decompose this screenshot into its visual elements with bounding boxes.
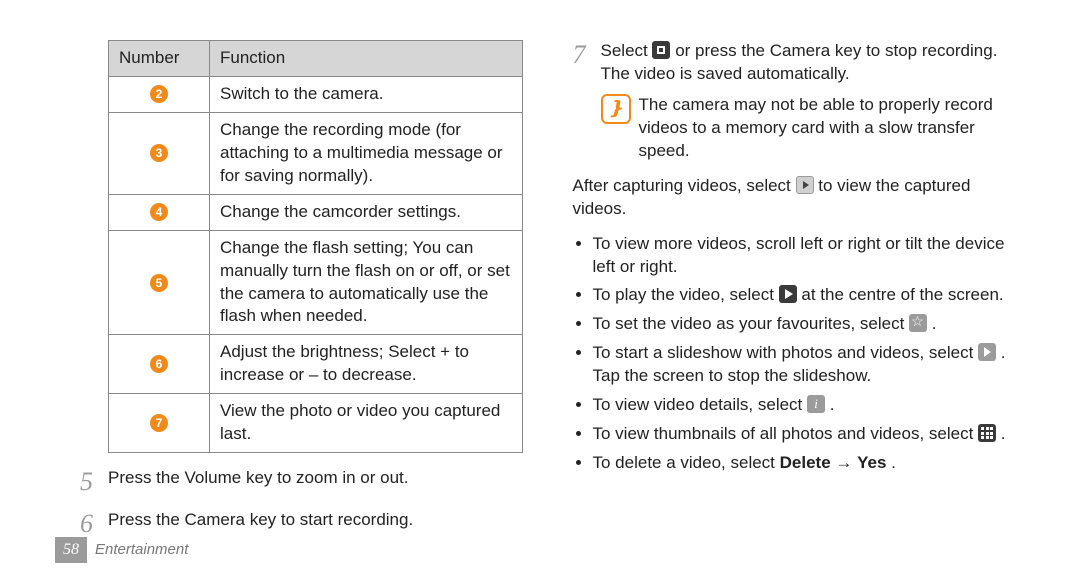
note-icon-wrapper: ❵ xyxy=(601,94,639,163)
list-item: To view thumbnails of all photos and vid… xyxy=(593,423,1026,446)
note-block: ❵ The camera may not be able to properly… xyxy=(601,94,1026,163)
note-text: The camera may not be able to properly r… xyxy=(639,94,1026,163)
row-number-cell: 4 xyxy=(109,194,210,230)
after-capture-text: After capturing videos, select to view t… xyxy=(573,175,1026,221)
text-fragment: After capturing videos, select xyxy=(573,176,796,195)
circled-number-icon: 6 xyxy=(150,355,168,373)
row-function-cell: Change the flash setting; You can manual… xyxy=(210,230,523,335)
bold-text: Delete xyxy=(780,453,831,472)
grid-icon xyxy=(978,424,996,442)
circled-number-icon: 5 xyxy=(150,274,168,292)
row-number-cell: 3 xyxy=(109,112,210,194)
stop-icon xyxy=(652,41,670,59)
page-body: Number Function 2 Switch to the camera. … xyxy=(0,0,1080,530)
play-thumbnail-icon xyxy=(796,176,814,194)
text-fragment: To view thumbnails of all photos and vid… xyxy=(593,424,979,443)
table-row: 6 Adjust the brightness; Select + to inc… xyxy=(109,335,523,394)
step-number: 6 xyxy=(80,509,108,537)
left-column: Number Function 2 Switch to the camera. … xyxy=(80,40,553,530)
text-fragment: To start a slideshow with photos and vid… xyxy=(593,343,979,362)
circled-number-icon: 3 xyxy=(150,144,168,162)
step-number: 7 xyxy=(573,40,601,86)
text-fragment: To delete a video, select xyxy=(593,453,780,472)
table-row: 4 Change the camcorder settings. xyxy=(109,194,523,230)
step-5: 5 Press the Volume key to zoom in or out… xyxy=(80,467,523,495)
text-fragment: → xyxy=(835,453,857,472)
step-number: 5 xyxy=(80,467,108,495)
star-icon xyxy=(909,314,927,332)
list-item: To delete a video, select Delete → Yes . xyxy=(593,452,1026,475)
circled-number-icon: 7 xyxy=(150,414,168,432)
list-item: To set the video as your favourites, sel… xyxy=(593,313,1026,336)
table-row: 5 Change the flash setting; You can manu… xyxy=(109,230,523,335)
text-fragment: To view video details, select xyxy=(593,395,808,414)
table-row: 2 Switch to the camera. xyxy=(109,76,523,112)
bullet-list: To view more videos, scroll left or righ… xyxy=(573,233,1026,475)
row-number-cell: 2 xyxy=(109,76,210,112)
function-table: Number Function 2 Switch to the camera. … xyxy=(108,40,523,453)
table-row: 3 Change the recording mode (for attachi… xyxy=(109,112,523,194)
play-icon xyxy=(779,285,797,303)
row-number-cell: 5 xyxy=(109,230,210,335)
row-function-cell: View the photo or video you captured las… xyxy=(210,394,523,453)
table-header-row: Number Function xyxy=(109,41,523,77)
text-fragment: . xyxy=(891,453,896,472)
row-function-cell: Change the recording mode (for attaching… xyxy=(210,112,523,194)
note-icon: ❵ xyxy=(601,94,631,124)
step-7: 7 Select or press the Camera key to stop… xyxy=(573,40,1026,86)
text-fragment: To play the video, select xyxy=(593,285,779,304)
bold-text: Yes xyxy=(857,453,886,472)
text-fragment: . xyxy=(830,395,835,414)
list-item: To view video details, select . xyxy=(593,394,1026,417)
step-6: 6 Press the Camera key to start recordin… xyxy=(80,509,523,537)
row-function-cell: Adjust the brightness; Select + to incre… xyxy=(210,335,523,394)
text-fragment: To set the video as your favourites, sel… xyxy=(593,314,910,333)
text-fragment: Select xyxy=(601,41,653,60)
list-item: To play the video, select at the centre … xyxy=(593,284,1026,307)
text-fragment: . xyxy=(1001,424,1006,443)
step-text: Select or press the Camera key to stop r… xyxy=(601,40,1026,86)
row-number-cell: 6 xyxy=(109,335,210,394)
th-function: Function xyxy=(210,41,523,77)
row-number-cell: 7 xyxy=(109,394,210,453)
list-item: To view more videos, scroll left or righ… xyxy=(593,233,1026,279)
step-text: Press the Volume key to zoom in or out. xyxy=(108,467,523,495)
circled-number-icon: 2 xyxy=(150,85,168,103)
text-fragment: . xyxy=(932,314,937,333)
section-name: Entertainment xyxy=(95,540,188,560)
row-function-cell: Change the camcorder settings. xyxy=(210,194,523,230)
row-function-cell: Switch to the camera. xyxy=(210,76,523,112)
list-item: To start a slideshow with photos and vid… xyxy=(593,342,1026,388)
circled-number-icon: 4 xyxy=(150,203,168,221)
text-fragment: at the centre of the screen. xyxy=(801,285,1003,304)
slideshow-icon xyxy=(978,343,996,361)
page-number: 58 xyxy=(55,537,87,563)
right-column: 7 Select or press the Camera key to stop… xyxy=(553,40,1026,530)
step-text: Press the Camera key to start recording. xyxy=(108,509,523,537)
info-icon xyxy=(807,395,825,413)
th-number: Number xyxy=(109,41,210,77)
table-row: 7 View the photo or video you captured l… xyxy=(109,394,523,453)
